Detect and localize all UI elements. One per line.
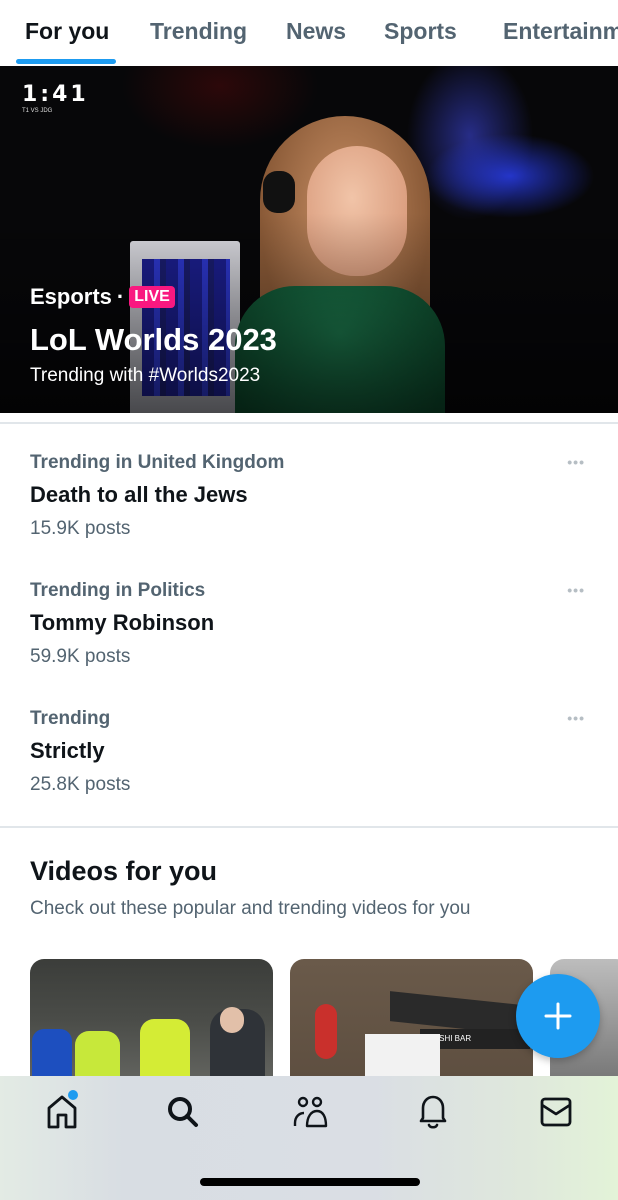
live-event-hero[interactable]: 1:41 T1 VS JDG Esports · LIVE LoL Worlds… bbox=[0, 66, 618, 413]
videos-section-title: Videos for you bbox=[30, 856, 218, 886]
more-horizontal-icon[interactable]: ••• bbox=[567, 710, 585, 726]
nav-communities[interactable] bbox=[290, 1092, 330, 1132]
communities-icon bbox=[293, 1096, 328, 1128]
mail-icon bbox=[540, 1097, 572, 1127]
tab-label: Trending bbox=[150, 18, 248, 44]
scoreboard-match: T1 VS JDG bbox=[22, 108, 53, 114]
more-horizontal-icon[interactable]: ••• bbox=[567, 454, 585, 470]
compose-post-button[interactable] bbox=[516, 974, 600, 1058]
active-tab-indicator bbox=[16, 59, 117, 64]
hero-separator: · bbox=[116, 284, 125, 309]
trend-name: Strictly bbox=[30, 738, 105, 763]
trend-post-count: 15.9K posts bbox=[30, 518, 131, 539]
trend-post-count: 59.9K posts bbox=[30, 646, 131, 667]
tab-label: Entertainment bbox=[503, 18, 618, 44]
trend-context: Trending bbox=[30, 708, 111, 729]
section-divider bbox=[0, 422, 618, 424]
section-divider bbox=[0, 826, 618, 828]
nav-notifications[interactable] bbox=[413, 1092, 453, 1132]
tab-label: For you bbox=[25, 18, 110, 44]
trend-item[interactable]: Trending in United Kingdom Death to all … bbox=[30, 452, 590, 540]
tab-trending[interactable]: Trending bbox=[150, 0, 247, 66]
tab-news[interactable]: News bbox=[286, 0, 346, 66]
no-entry-sign bbox=[315, 1004, 337, 1059]
tab-for-you[interactable]: For you bbox=[16, 0, 117, 66]
plus-icon bbox=[544, 1002, 572, 1030]
trend-context: Trending in Politics bbox=[30, 580, 206, 601]
hero-category: Esports bbox=[30, 284, 112, 309]
home-notification-dot bbox=[68, 1090, 78, 1100]
scoreboard-time: 1:41 bbox=[22, 82, 89, 107]
videos-section-subtitle: Check out these popular and trending vid… bbox=[30, 898, 471, 919]
search-icon bbox=[168, 1097, 198, 1127]
nav-home[interactable] bbox=[42, 1090, 82, 1132]
nav-search[interactable] bbox=[163, 1092, 203, 1132]
tab-label: News bbox=[286, 18, 347, 44]
more-horizontal-icon[interactable]: ••• bbox=[567, 582, 585, 598]
hero-title: LoL Worlds 2023 bbox=[30, 322, 277, 357]
hero-meta: Esports · LIVE bbox=[30, 284, 175, 310]
trend-item[interactable]: Trending in Politics Tommy Robinson 59.9… bbox=[30, 580, 590, 668]
tab-sports[interactable]: Sports bbox=[384, 0, 457, 66]
trend-name: Death to all the Jews bbox=[30, 482, 248, 507]
trend-context: Trending in United Kingdom bbox=[30, 452, 285, 473]
tab-label: Sports bbox=[384, 18, 457, 44]
bell-icon bbox=[419, 1095, 447, 1129]
trend-name: Tommy Robinson bbox=[30, 610, 215, 635]
tab-entertainment[interactable]: Entertainment bbox=[503, 0, 618, 66]
hero-subtitle: Trending with #Worlds2023 bbox=[30, 365, 261, 386]
home-indicator-bar[interactable] bbox=[200, 1178, 420, 1186]
trend-item[interactable]: Trending Strictly 25.8K posts ••• bbox=[30, 708, 590, 796]
live-badge: LIVE bbox=[129, 286, 175, 308]
explore-tabs: For you Trending News Sports Entertainme… bbox=[0, 0, 618, 66]
trend-post-count: 25.8K posts bbox=[30, 774, 131, 795]
nav-messages[interactable] bbox=[536, 1092, 576, 1132]
